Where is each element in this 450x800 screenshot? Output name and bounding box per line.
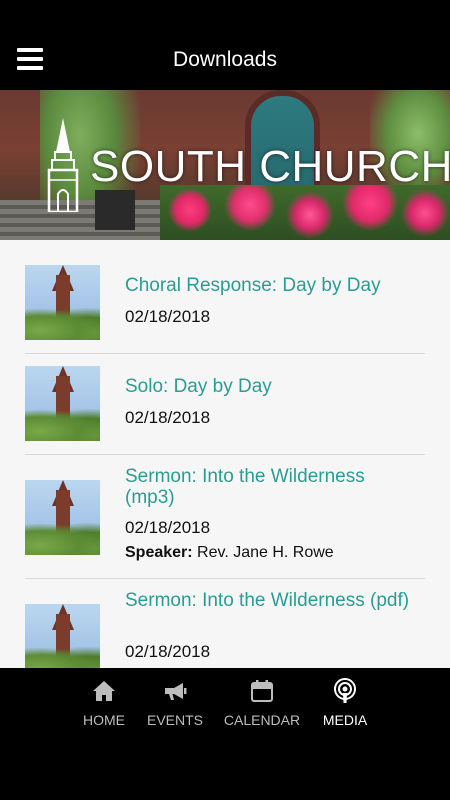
item-title: Solo: Day by Day — [125, 376, 272, 397]
list-item[interactable]: Sermon: Into the Wilderness (mp3) 02/18/… — [25, 455, 425, 579]
speaker-label: Speaker: — [125, 544, 193, 561]
item-speaker: Speaker: Rev. Jane H. Rowe — [125, 544, 334, 562]
page-title: Downloads — [173, 48, 277, 71]
item-title: Choral Response: Day by Day — [125, 275, 381, 296]
church-thumbnail — [25, 265, 100, 340]
nav-events[interactable]: EVENTS — [145, 678, 205, 728]
church-thumbnail — [25, 604, 100, 668]
item-title: Sermon: Into the Wilderness (mp3) — [125, 466, 365, 508]
nav-events-label: EVENTS — [146, 712, 203, 728]
list-item[interactable]: Sermon: Into the Wilderness (pdf) 02/18/… — [25, 579, 425, 668]
flowers-image — [160, 185, 450, 240]
podcast-icon — [334, 678, 356, 703]
nav-home[interactable]: HOME — [78, 678, 130, 728]
item-date: 02/18/2018 — [125, 642, 211, 661]
list-item[interactable]: Solo: Day by Day 02/18/2018 — [25, 354, 425, 455]
item-date: 02/18/2018 — [125, 408, 211, 427]
list-item[interactable]: Choral Response: Day by Day 02/18/2018 — [25, 252, 425, 354]
home-icon — [93, 681, 115, 701]
nav-calendar[interactable]: CALENDAR — [222, 678, 302, 728]
nav-media-label: MEDIA — [322, 712, 368, 728]
church-thumbnail — [25, 366, 100, 441]
item-date: 02/18/2018 — [125, 518, 211, 537]
bottom-navigation: HOME EVENTS CALENDAR MEDIA — [0, 668, 450, 800]
item-date: 02/18/2018 — [125, 307, 211, 326]
downloads-list: Choral Response: Day by Day 02/18/2018 S… — [0, 240, 450, 668]
nav-calendar-label: CALENDAR — [223, 712, 301, 728]
megaphone-icon — [165, 683, 187, 700]
top-bar: Downloads — [0, 0, 450, 90]
nav-media[interactable]: MEDIA — [319, 678, 371, 728]
church-name: SOUTH CHURCH — [90, 142, 450, 191]
calendar-icon — [251, 680, 273, 702]
church-thumbnail — [25, 480, 100, 555]
steeple-logo-icon — [47, 118, 79, 212]
nav-home-label: HOME — [83, 712, 125, 728]
item-title: Sermon: Into the Wilderness (pdf) — [125, 590, 410, 611]
speaker-name: Rev. Jane H. Rowe — [197, 544, 334, 561]
